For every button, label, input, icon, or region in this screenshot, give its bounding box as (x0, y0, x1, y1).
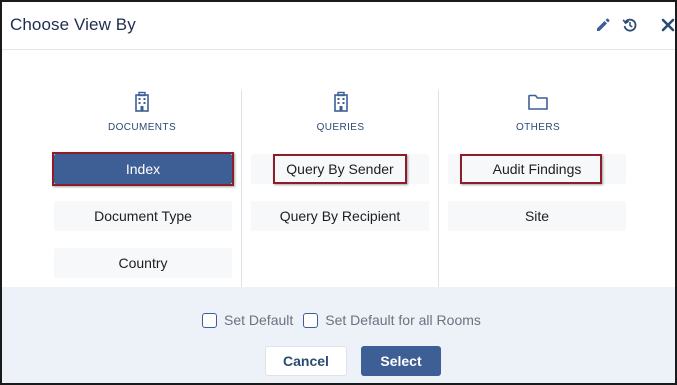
folder-icon (526, 90, 550, 114)
queries-heading: QUERIES (316, 122, 365, 133)
cancel-button[interactable]: Cancel (265, 346, 347, 376)
building-icon (329, 90, 353, 114)
option-label: Country (118, 255, 168, 271)
set-default-label: Set Default (224, 312, 294, 328)
documents-heading: DOCUMENTS (107, 122, 177, 133)
dialog-footer: Set Default Set Default for all Rooms Ca… (2, 287, 675, 383)
close-icon[interactable] (659, 16, 675, 34)
choose-view-dialog: Choose View By DOCUMENTS Index Document … (0, 0, 677, 385)
option-query-by-sender[interactable]: Query By Sender (251, 154, 429, 184)
option-label: Site (524, 208, 550, 224)
option-audit-findings[interactable]: Audit Findings (448, 154, 626, 184)
option-country[interactable]: Country (54, 248, 232, 278)
pencil-icon[interactable] (594, 16, 612, 34)
option-index[interactable]: Index (52, 152, 234, 186)
option-label: Index (125, 161, 161, 177)
default-options: Set Default Set Default for all Rooms (202, 312, 491, 328)
dialog-title: Choose View By (10, 15, 136, 34)
set-default-all-rooms-label: Set Default for all Rooms (325, 312, 481, 328)
queries-column: QUERIES Query By Sender Query By Recipie… (242, 50, 439, 287)
option-label: Audit Findings (492, 161, 582, 177)
reset-icon[interactable] (621, 16, 639, 34)
documents-column: DOCUMENTS Index Document Type Country (42, 50, 242, 287)
set-default-all-rooms-checkbox[interactable] (303, 312, 319, 328)
option-label: Query By Sender (286, 161, 394, 177)
option-label: Query By Recipient (279, 208, 401, 224)
others-column: OTHERS Audit Findings Site (439, 50, 637, 287)
option-site[interactable]: Site (448, 201, 626, 231)
building-icon (130, 90, 154, 114)
option-document-type[interactable]: Document Type (54, 201, 232, 231)
option-query-by-recipient[interactable]: Query By Recipient (251, 201, 429, 231)
others-heading: OTHERS (515, 122, 561, 133)
dialog-header: Choose View By (2, 2, 675, 50)
select-button[interactable]: Select (361, 346, 441, 376)
option-label: Document Type (94, 208, 192, 224)
set-default-checkbox[interactable] (202, 312, 217, 328)
